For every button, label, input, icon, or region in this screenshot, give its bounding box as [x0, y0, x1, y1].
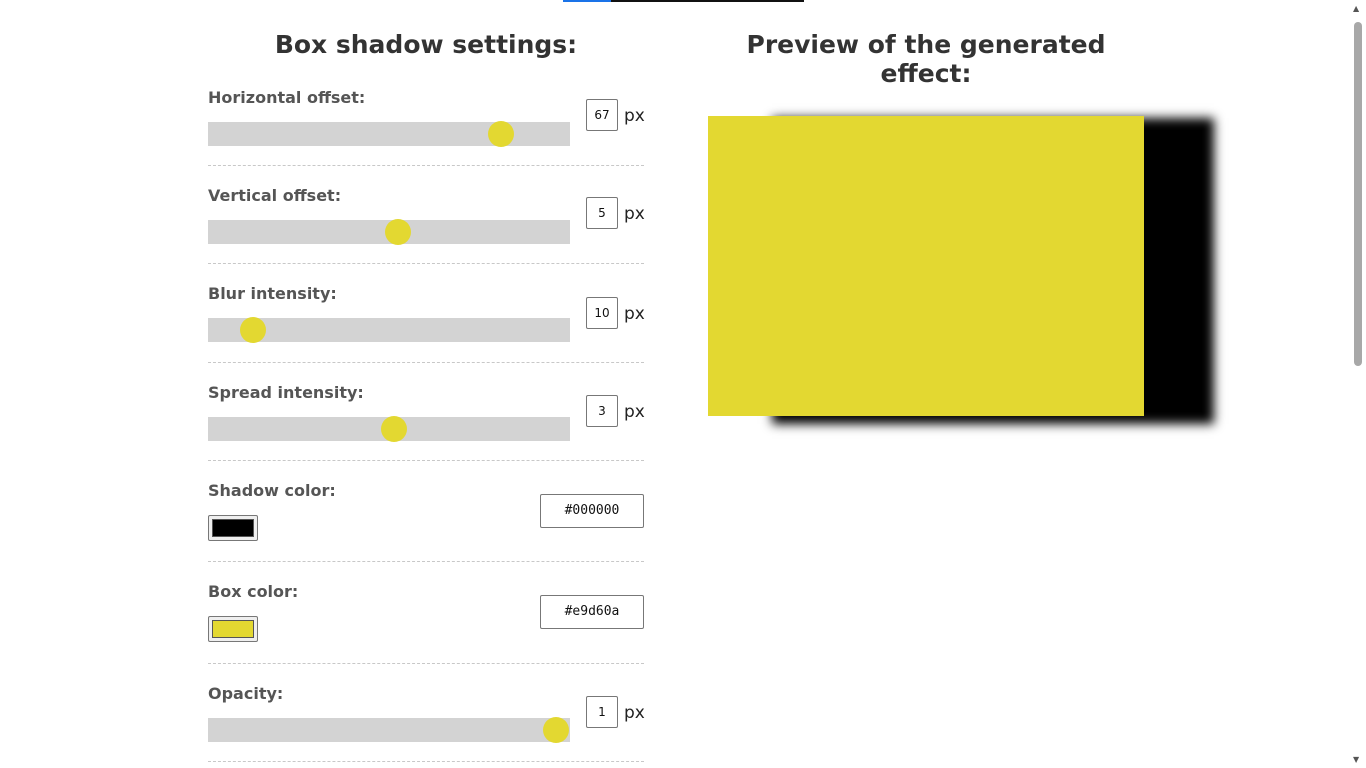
opacity-slider-knob[interactable] [542, 717, 569, 743]
horizontal-offset-input[interactable]: 67 [586, 99, 618, 131]
blur-intensity-slider[interactable] [208, 317, 570, 343]
top-nav-active-indicator [563, 0, 611, 2]
horizontal-offset-label: Horizontal offset: [208, 88, 366, 107]
spread-intensity-label: Spread intensity: [208, 383, 364, 402]
spread-intensity-slider-knob[interactable] [381, 416, 408, 442]
blur-intensity-label: Blur intensity: [208, 284, 337, 303]
scrollbar-thumb[interactable] [1354, 22, 1362, 366]
opacity-unit: px [624, 703, 645, 723]
box-color-swatch [212, 620, 254, 638]
settings-title: Box shadow settings: [274, 30, 578, 59]
horizontal-offset-slider-knob[interactable] [488, 121, 515, 147]
spread-intensity-setting: Spread intensity: 3 px [208, 383, 645, 461]
spread-intensity-unit: px [624, 402, 645, 422]
preview-box [708, 116, 1144, 416]
vertical-offset-input[interactable]: 5 [586, 197, 618, 229]
page-scrollbar[interactable]: ▲ ▼ [1349, 0, 1366, 768]
opacity-label: Opacity: [208, 684, 284, 703]
vertical-offset-slider-knob[interactable] [385, 219, 412, 245]
top-nav-strip [563, 0, 804, 2]
horizontal-offset-unit: px [624, 106, 645, 126]
opacity-slider[interactable] [208, 717, 570, 743]
shadow-color-swatch [212, 519, 254, 537]
scroll-up-arrow-icon[interactable]: ▲ [1353, 4, 1359, 13]
horizontal-offset-slider[interactable] [208, 121, 570, 147]
blur-intensity-input[interactable]: 10 [586, 297, 618, 329]
shadow-color-label: Shadow color: [208, 481, 336, 500]
spread-intensity-input[interactable]: 3 [586, 395, 618, 427]
scroll-down-arrow-icon[interactable]: ▼ [1353, 755, 1359, 764]
preview-title: Preview of the generated effect: [746, 30, 1106, 88]
blur-intensity-setting: Blur intensity: 10 px [208, 284, 645, 363]
shadow-color-picker[interactable] [208, 515, 258, 541]
vertical-offset-slider[interactable] [208, 219, 570, 245]
spread-intensity-slider[interactable] [208, 416, 570, 442]
shadow-color-setting: Shadow color: #000000 [208, 481, 644, 562]
horizontal-offset-setting: Horizontal offset: 67 px [208, 88, 645, 166]
box-color-hex-input[interactable]: #e9d60a [540, 595, 644, 629]
vertical-offset-setting: Vertical offset: 5 px [208, 186, 645, 264]
box-color-setting: Box color: #e9d60a [208, 582, 644, 664]
opacity-setting: Opacity: 1 px [208, 684, 645, 762]
blur-intensity-unit: px [624, 304, 645, 324]
vertical-offset-unit: px [624, 204, 645, 224]
shadow-color-hex-input[interactable]: #000000 [540, 494, 644, 528]
vertical-offset-label: Vertical offset: [208, 186, 342, 205]
opacity-input[interactable]: 1 [586, 696, 618, 728]
box-color-label: Box color: [208, 582, 299, 601]
blur-intensity-slider-knob[interactable] [240, 317, 267, 343]
box-color-picker[interactable] [208, 616, 258, 642]
